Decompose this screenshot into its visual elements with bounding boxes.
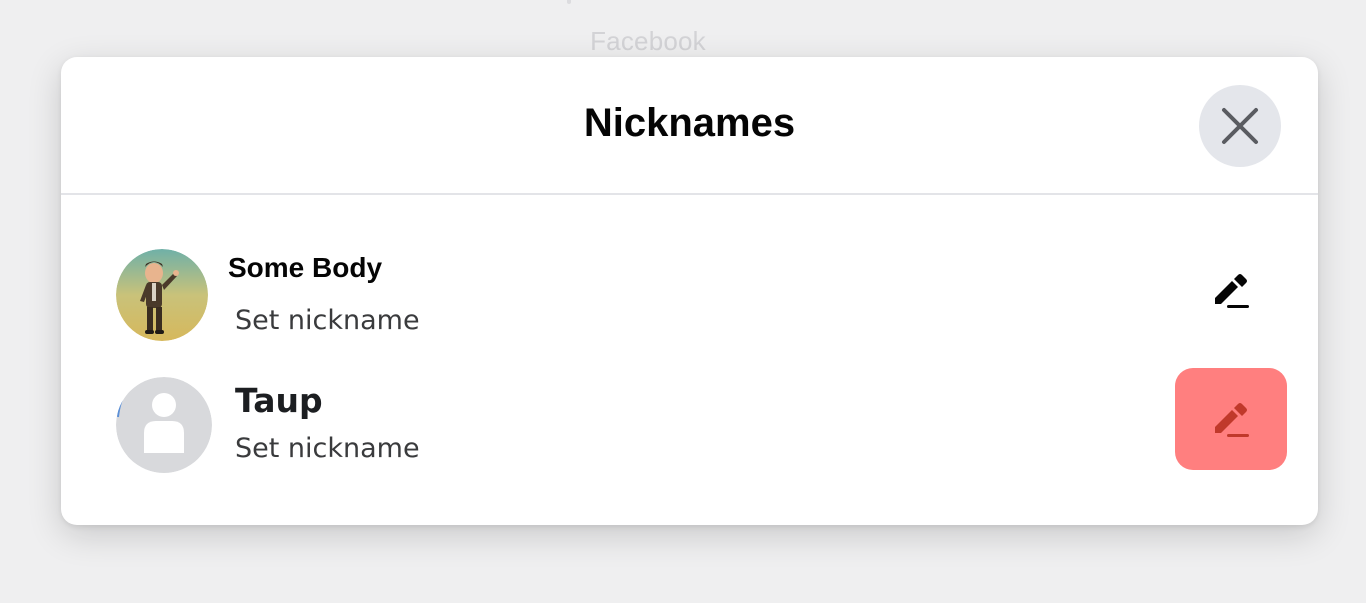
dialog-header: Nicknames xyxy=(61,57,1318,195)
bitmoji-avatar[interactable] xyxy=(116,249,208,341)
close-icon xyxy=(1222,108,1258,144)
background-facebook-label: Facebook xyxy=(590,26,706,56)
edit-nickname-button[interactable] xyxy=(1175,239,1287,341)
background-fragment xyxy=(567,0,571,4)
set-nickname-label[interactable]: Set nickname xyxy=(235,305,420,336)
dialog-title: Nicknames xyxy=(583,101,796,145)
edit-nickname-button-highlighted[interactable] xyxy=(1175,368,1287,470)
participant-row-some-body[interactable]: Some Body Set nickname xyxy=(61,245,1318,355)
nicknames-dialog: Nicknames Some Body Set nickname Taup Se… xyxy=(61,57,1318,525)
participant-name[interactable]: Taup xyxy=(235,381,323,420)
set-nickname-label[interactable]: Set nickname xyxy=(235,433,420,464)
pencil-icon xyxy=(1215,274,1249,308)
pencil-icon xyxy=(1215,403,1249,437)
close-button[interactable] xyxy=(1199,85,1281,167)
default-profile-avatar[interactable] xyxy=(116,377,212,473)
participant-name[interactable]: Some Body xyxy=(228,252,382,284)
participant-row-taup[interactable]: Taup Set nickname xyxy=(61,368,1318,483)
